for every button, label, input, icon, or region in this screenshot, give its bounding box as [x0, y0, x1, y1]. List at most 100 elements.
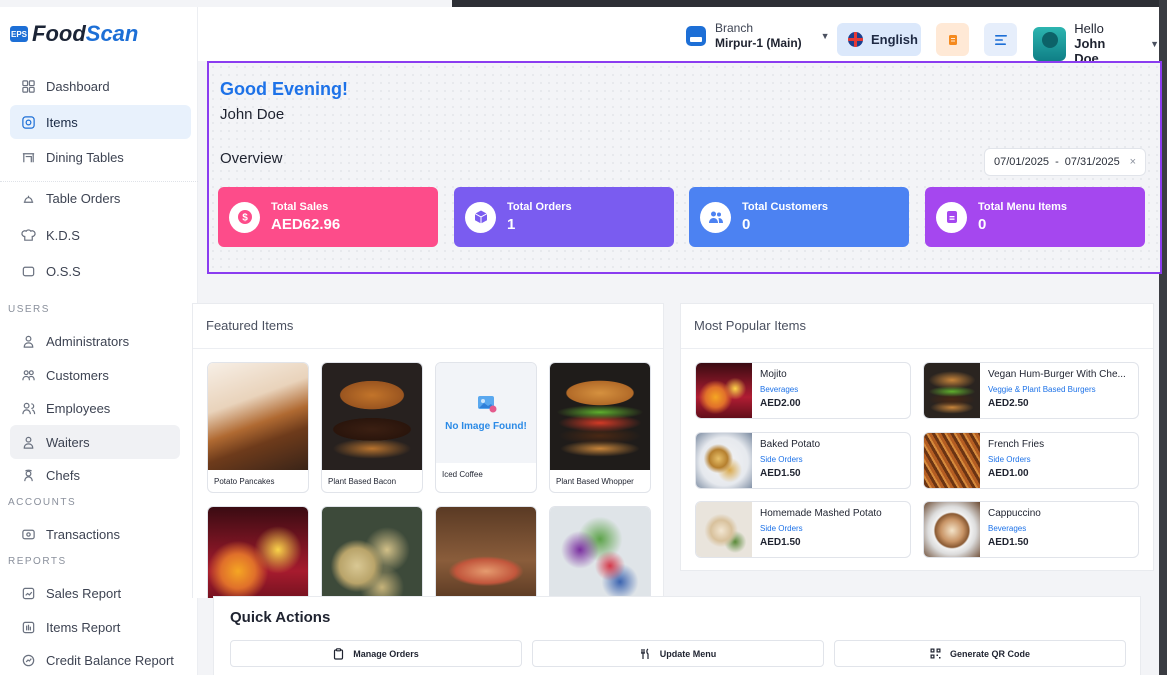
- users-icon: [20, 367, 36, 383]
- stat-value: 0: [742, 216, 751, 233]
- quick-actions-title: Quick Actions: [230, 609, 331, 626]
- item-price: AED2.50: [988, 398, 1029, 409]
- featured-item-card[interactable]: [321, 506, 423, 598]
- item-image: [208, 507, 308, 598]
- stat-card-total-customers[interactable]: Total Customers 0: [689, 187, 909, 247]
- sidebar-item-sales-report[interactable]: Sales Report: [10, 576, 191, 610]
- sidebar-item-credit-balance-report[interactable]: Credit Balance Report: [10, 643, 191, 675]
- sidebar-item-waiters[interactable]: Waiters: [10, 425, 180, 459]
- stat-label: Total Menu Items: [978, 201, 1068, 213]
- update-menu-button[interactable]: Update Menu: [532, 640, 824, 667]
- sidebar-item-label: K.D.S: [46, 227, 80, 243]
- manage-orders-button[interactable]: Manage Orders: [230, 640, 522, 667]
- popular-item-card[interactable]: Vegan Hum-Burger With Che... Veggie & Pla…: [923, 362, 1139, 419]
- sidebar-item-customers[interactable]: Customers: [10, 358, 191, 392]
- date-from: 07/01/2025: [994, 156, 1050, 168]
- pos-button[interactable]: [936, 23, 969, 56]
- sidebar-item-items[interactable]: Items: [10, 105, 191, 139]
- popular-item-card[interactable]: French Fries Side Orders AED1.00: [923, 432, 1139, 489]
- sidebar-item-label: Chefs: [46, 467, 80, 483]
- stat-card-total-orders[interactable]: Total Orders 1: [454, 187, 674, 247]
- stat-card-total-menu-items[interactable]: Total Menu Items 0: [925, 187, 1145, 247]
- featured-item-card[interactable]: [549, 506, 651, 598]
- item-name: Homemade Mashed Potato: [760, 508, 882, 519]
- panel-title: Featured Items: [206, 318, 294, 333]
- item-image: [696, 433, 752, 488]
- language-label: English: [871, 32, 918, 47]
- item-image: [696, 363, 752, 418]
- sidebar-item-table-orders[interactable]: Table Orders: [10, 181, 191, 215]
- item-image: [208, 363, 308, 470]
- popular-item-card[interactable]: Homemade Mashed Potato Side Orders AED1.50: [695, 501, 911, 558]
- user-menu[interactable]: Hello John Doe ▼: [1033, 21, 1159, 66]
- item-image: [924, 502, 980, 557]
- brand-logo[interactable]: EPS Food Scan: [10, 21, 138, 47]
- menu-toggle-button[interactable]: [984, 23, 1017, 56]
- sidebar-item-kds[interactable]: K.D.S: [10, 218, 191, 252]
- item-price: AED1.50: [760, 537, 801, 548]
- dollar-icon: $: [229, 201, 260, 233]
- generate-qr-code-button[interactable]: Generate QR Code: [834, 640, 1126, 667]
- popular-item-card[interactable]: Mojito Beverages AED2.00: [695, 362, 911, 419]
- item-price: AED2.00: [760, 398, 801, 409]
- clear-date-icon[interactable]: ×: [1130, 156, 1136, 168]
- stat-label: Total Orders: [507, 201, 572, 213]
- sidebar-item-label: Items: [46, 114, 78, 130]
- date-range-picker[interactable]: 07/01/2025 - 07/31/2025 ×: [984, 148, 1146, 176]
- item-name: Cappuccino: [988, 508, 1041, 519]
- sidebar-item-employees[interactable]: Employees: [10, 391, 191, 425]
- stat-label: Total Sales: [271, 201, 329, 213]
- sidebar-item-dashboard[interactable]: Dashboard: [10, 69, 191, 103]
- stat-label: Total Customers: [742, 201, 828, 213]
- sidebar-item-transactions[interactable]: Transactions: [10, 517, 191, 551]
- sidebar-item-items-report[interactable]: Items Report: [10, 610, 191, 644]
- sidebar-item-oss[interactable]: O.S.S: [10, 254, 191, 288]
- no-image-text: No Image Found!: [445, 420, 527, 432]
- item-image: [924, 433, 980, 488]
- sidebar: EPS Food Scan Dashboard Items Dining Tabl…: [0, 7, 198, 675]
- sidebar-item-label: Dashboard: [46, 78, 110, 94]
- stat-value: AED62.96: [271, 216, 341, 233]
- logo-mark-icon: EPS: [10, 26, 28, 42]
- transactions-icon: [20, 526, 36, 542]
- brand-name-part1: Food: [32, 21, 86, 46]
- sidebar-item-administrators[interactable]: Administrators: [10, 324, 191, 358]
- chef-icon: [20, 467, 36, 483]
- item-image: [696, 502, 752, 557]
- menu-icon: [936, 201, 967, 233]
- popular-item-card[interactable]: Cappuccino Beverages AED1.50: [923, 501, 1139, 558]
- button-label: Generate QR Code: [949, 648, 1031, 659]
- featured-item-card[interactable]: [435, 506, 537, 598]
- stat-card-total-sales[interactable]: $ Total Sales AED62.96: [218, 187, 438, 247]
- clipboard-icon: [334, 647, 344, 660]
- featured-item-card[interactable]: No Image Found! Iced Coffee: [435, 362, 537, 493]
- user-icon: [20, 333, 36, 349]
- monitor-icon: [20, 263, 36, 279]
- employees-icon: [20, 400, 36, 416]
- box-icon: [465, 201, 496, 233]
- dashboard-icon: [20, 78, 36, 94]
- sidebar-item-label: Items Report: [46, 619, 121, 635]
- window-top-edge: [0, 0, 1167, 7]
- chevron-down-icon: ▼: [1150, 38, 1159, 49]
- popular-item-card[interactable]: Baked Potato Side Orders AED1.50: [695, 432, 911, 489]
- user-greeting: Hello: [1074, 21, 1104, 36]
- sidebar-item-label: Credit Balance Report: [46, 652, 174, 668]
- users-icon: [700, 201, 731, 233]
- featured-item-card[interactable]: Plant Based Bacon: [321, 362, 423, 493]
- sidebar-item-chefs[interactable]: Chefs: [10, 458, 191, 492]
- item-category: Veggie & Plant Based Burgers: [988, 385, 1096, 394]
- date-separator: -: [1055, 156, 1059, 168]
- item-category: Beverages: [988, 524, 1027, 533]
- item-category: Side Orders: [760, 524, 803, 533]
- featured-item-card[interactable]: [207, 506, 309, 598]
- sidebar-item-dining-tables[interactable]: Dining Tables: [10, 140, 191, 174]
- item-name: French Fries: [988, 439, 1045, 450]
- featured-item-card[interactable]: Plant Based Whopper: [549, 362, 651, 493]
- branch-selector[interactable]: Branch Mirpur-1 (Main) ▼: [686, 21, 830, 51]
- featured-item-card[interactable]: Potato Pancakes: [207, 362, 309, 493]
- language-button[interactable]: English: [837, 23, 921, 56]
- sidebar-item-label: Employees: [46, 400, 111, 416]
- greeting-name: John Doe: [220, 106, 285, 123]
- overview-title: Overview: [220, 150, 283, 167]
